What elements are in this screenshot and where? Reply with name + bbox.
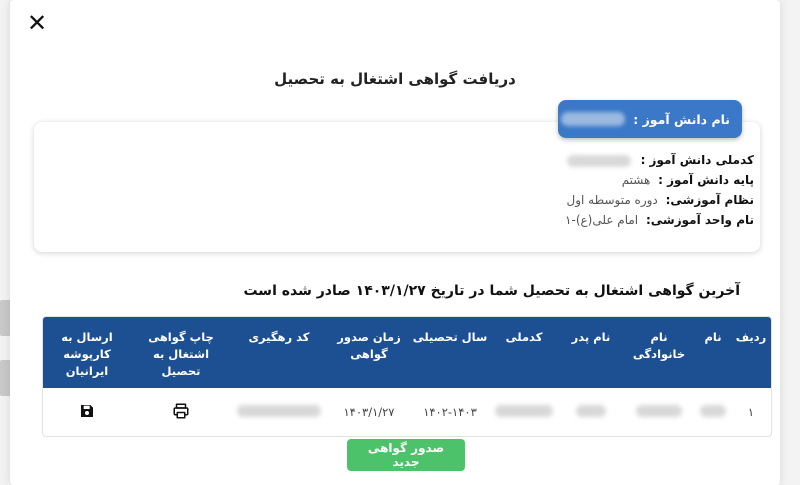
print-button[interactable]	[172, 402, 190, 420]
certificates-table: ردیف نام نام خانوادگی نام پدر کدملی سال …	[42, 316, 772, 437]
grade-value: هشتم	[621, 173, 651, 187]
grade-row: پایه دانش آموز : هشتم	[565, 170, 754, 190]
close-icon: ✕	[26, 9, 48, 37]
close-button[interactable]: ✕	[24, 9, 50, 37]
cell-last-name	[623, 388, 695, 436]
header-first-name: نام	[704, 330, 722, 344]
send-to-karpooshe-button[interactable]	[79, 403, 95, 419]
education-system-label: نظام آموزشی:	[665, 193, 754, 207]
redacted-value	[636, 404, 682, 417]
cell-send	[43, 388, 131, 436]
table-row: ۱ ۱۴۰۲-۱۴۰۳ ۱۴۰۳/۱/۲۷	[43, 388, 771, 436]
education-system-value: دوره متوسطه اول	[566, 193, 658, 207]
cell-father-name	[559, 388, 623, 436]
header-school-year: سال تحصیلی	[412, 330, 488, 344]
school-row: نام واحد آموزشی: امام علی(ع)-۱	[565, 210, 754, 230]
student-name-badge: نام دانش آموز :	[558, 100, 742, 138]
table-header-row: ردیف نام نام خانوادگی نام پدر کدملی سال …	[43, 317, 771, 388]
grade-label: پایه دانش آموز :	[658, 173, 754, 187]
header-father-name: نام پدر	[571, 330, 611, 344]
cell-print	[131, 388, 231, 436]
certificate-modal: ✕ دریافت گواهی اشتغال به تحصیل نام دانش …	[10, 0, 780, 485]
redacted-value	[495, 404, 553, 417]
header-tracking-code: کد رهگیری	[248, 330, 310, 344]
header-send: ارسال به کارپوشه ایرانیان	[61, 330, 113, 378]
redacted-value	[576, 404, 606, 417]
national-code-row: کدملی دانش آموز :	[565, 150, 754, 170]
cell-national-code	[489, 388, 559, 436]
cell-school-year: ۱۴۰۲-۱۴۰۳	[423, 405, 477, 419]
redacted-value	[700, 404, 726, 417]
student-info-list: کدملی دانش آموز : پایه دانش آموز : هشتم …	[565, 150, 754, 230]
redacted-value	[237, 404, 321, 417]
issue-new-certificate-button[interactable]: صدور گواهی جدید	[347, 439, 465, 471]
cell-first-name	[695, 388, 731, 436]
national-code-value-redacted	[566, 154, 631, 167]
last-issued-note: آخرین گواهی اشتغال به تحصیل شما در تاریخ…	[243, 283, 740, 299]
header-last-name: نام خانوادگی	[632, 330, 686, 361]
cell-row-number: ۱	[747, 405, 755, 419]
header-national-code: کدملی	[505, 330, 543, 344]
education-system-row: نظام آموزشی: دوره متوسطه اول	[565, 190, 755, 210]
national-code-label: کدملی دانش آموز :	[640, 153, 754, 167]
header-issue-time: زمان صدور گواهی	[337, 330, 401, 361]
school-label: نام واحد آموزشی:	[645, 213, 754, 227]
header-print: چاپ گواهی اشتغال به تحصیل	[148, 330, 214, 378]
cell-tracking-code	[231, 388, 327, 436]
cell-issue-time: ۱۴۰۳/۱/۲۷	[343, 405, 395, 419]
school-value: امام علی(ع)-۱	[565, 213, 639, 227]
floppy-disk-icon	[81, 404, 93, 417]
header-row-number: ردیف	[735, 330, 767, 344]
printer-icon	[173, 403, 189, 418]
student-name-label: نام دانش آموز :	[633, 111, 730, 127]
modal-title: دریافت گواهی اشتغال به تحصیل	[274, 70, 516, 88]
student-name-value-redacted	[561, 112, 626, 126]
